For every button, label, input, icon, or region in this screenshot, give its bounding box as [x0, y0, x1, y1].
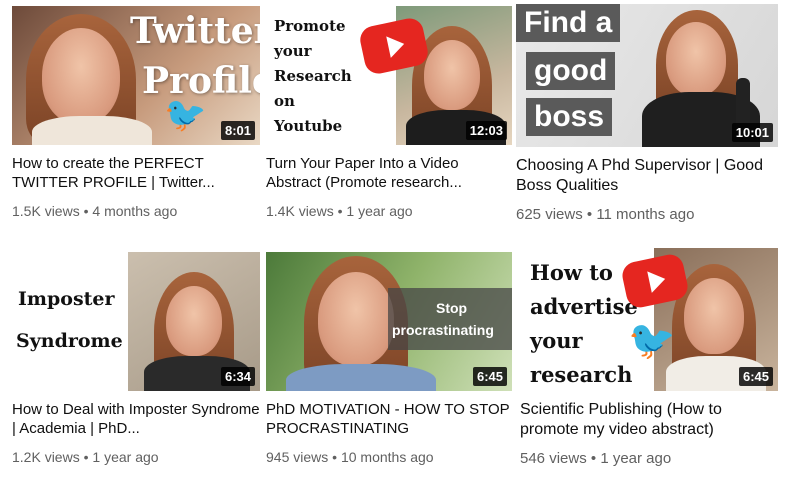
thumbnail-overlay-text: procrastinating	[392, 322, 494, 338]
upload-age: 1 year ago	[92, 449, 159, 465]
video-card[interactable]: Imposter Syndrome 6:34 How to Deal with …	[12, 252, 260, 466]
view-count: 945 views	[266, 449, 329, 465]
video-duration: 6:45	[472, 367, 507, 386]
view-count: 1.4K views	[266, 203, 334, 219]
person-face	[318, 272, 394, 366]
video-duration: 10:01	[731, 123, 773, 142]
thumbnail-overlay-text: Promote your Research on Youtube	[274, 17, 352, 135]
video-thumbnail[interactable]: Stop procrastinating 6:45	[266, 252, 512, 391]
video-meta: 625 views • 11 months ago	[516, 206, 695, 223]
upload-age: 1 year ago	[346, 203, 413, 219]
video-duration: 8:01	[220, 121, 255, 140]
person-face	[666, 22, 726, 96]
thumbnail-overlay-text: Syndrome	[16, 330, 123, 352]
video-card[interactable]: Find a good boss 10:01 Choosing A Phd Su…	[516, 4, 778, 224]
video-title[interactable]: How to Deal with Imposter Syndrome | Aca…	[12, 400, 260, 438]
video-title[interactable]: Choosing A Phd Supervisor | Good Boss Qu…	[516, 156, 778, 196]
video-card[interactable]: Twitter Profile 🐦 8:01 How to create the…	[12, 6, 260, 220]
upload-age: 10 months ago	[340, 449, 434, 465]
video-thumbnail[interactable]: Promote your Research on Youtube 12:03	[266, 6, 512, 145]
video-title[interactable]: Scientific Publishing (How to promote my…	[520, 400, 778, 440]
video-card[interactable]: How to advertise your research 🐦 6:45 Sc…	[520, 248, 778, 468]
video-meta: 1.5K views • 4 months ago	[12, 203, 178, 219]
thumbnail-overlay-text: Imposter	[18, 288, 115, 310]
person-face	[424, 40, 480, 110]
thumbnail-overlay-text: Twitter	[130, 10, 260, 52]
video-meta: 1.2K views • 1 year ago	[12, 449, 159, 465]
thumbnail-overlay-text: boss	[526, 98, 613, 136]
view-count: 1.2K views	[12, 449, 80, 465]
video-thumbnail[interactable]: Find a good boss 10:01	[516, 4, 778, 147]
person-face	[42, 28, 120, 124]
twitter-bird-icon: 🐦	[628, 320, 676, 362]
twitter-bird-icon: 🐦	[164, 96, 207, 134]
upload-age: 4 months ago	[92, 203, 178, 219]
thumbnail-overlay-text: Find a	[516, 4, 621, 42]
view-count: 625 views	[516, 206, 583, 223]
upload-age: 1 year ago	[600, 450, 672, 467]
video-meta: 1.4K views • 1 year ago	[266, 203, 413, 219]
person-face	[166, 286, 222, 356]
video-meta: 546 views • 1 year ago	[520, 450, 672, 467]
video-thumbnail[interactable]: Imposter Syndrome 6:34	[12, 252, 260, 391]
video-title[interactable]: PhD MOTIVATION - HOW TO STOP PROCRASTINA…	[266, 400, 512, 438]
video-title[interactable]: Turn Your Paper Into a Video Abstract (P…	[266, 154, 512, 192]
video-duration: 6:45	[738, 367, 773, 386]
video-card[interactable]: Stop procrastinating 6:45 PhD MOTIVATION…	[266, 252, 512, 466]
video-thumbnail[interactable]: How to advertise your research 🐦 6:45	[520, 248, 778, 391]
video-thumbnail[interactable]: Twitter Profile 🐦 8:01	[12, 6, 260, 145]
video-duration: 12:03	[465, 121, 507, 140]
video-card[interactable]: Promote your Research on Youtube 12:03 T…	[266, 6, 512, 220]
view-count: 546 views	[520, 450, 587, 467]
view-count: 1.5K views	[12, 203, 80, 219]
upload-age: 11 months ago	[596, 206, 695, 223]
thumbnail-overlay-text: Stop	[436, 300, 468, 316]
video-title[interactable]: How to create the PERFECT TWITTER PROFIL…	[12, 154, 260, 192]
person-face	[684, 278, 744, 354]
video-meta: 945 views • 10 months ago	[266, 449, 434, 465]
video-duration: 6:34	[220, 367, 255, 386]
thumbnail-overlay-text: good	[526, 52, 616, 90]
